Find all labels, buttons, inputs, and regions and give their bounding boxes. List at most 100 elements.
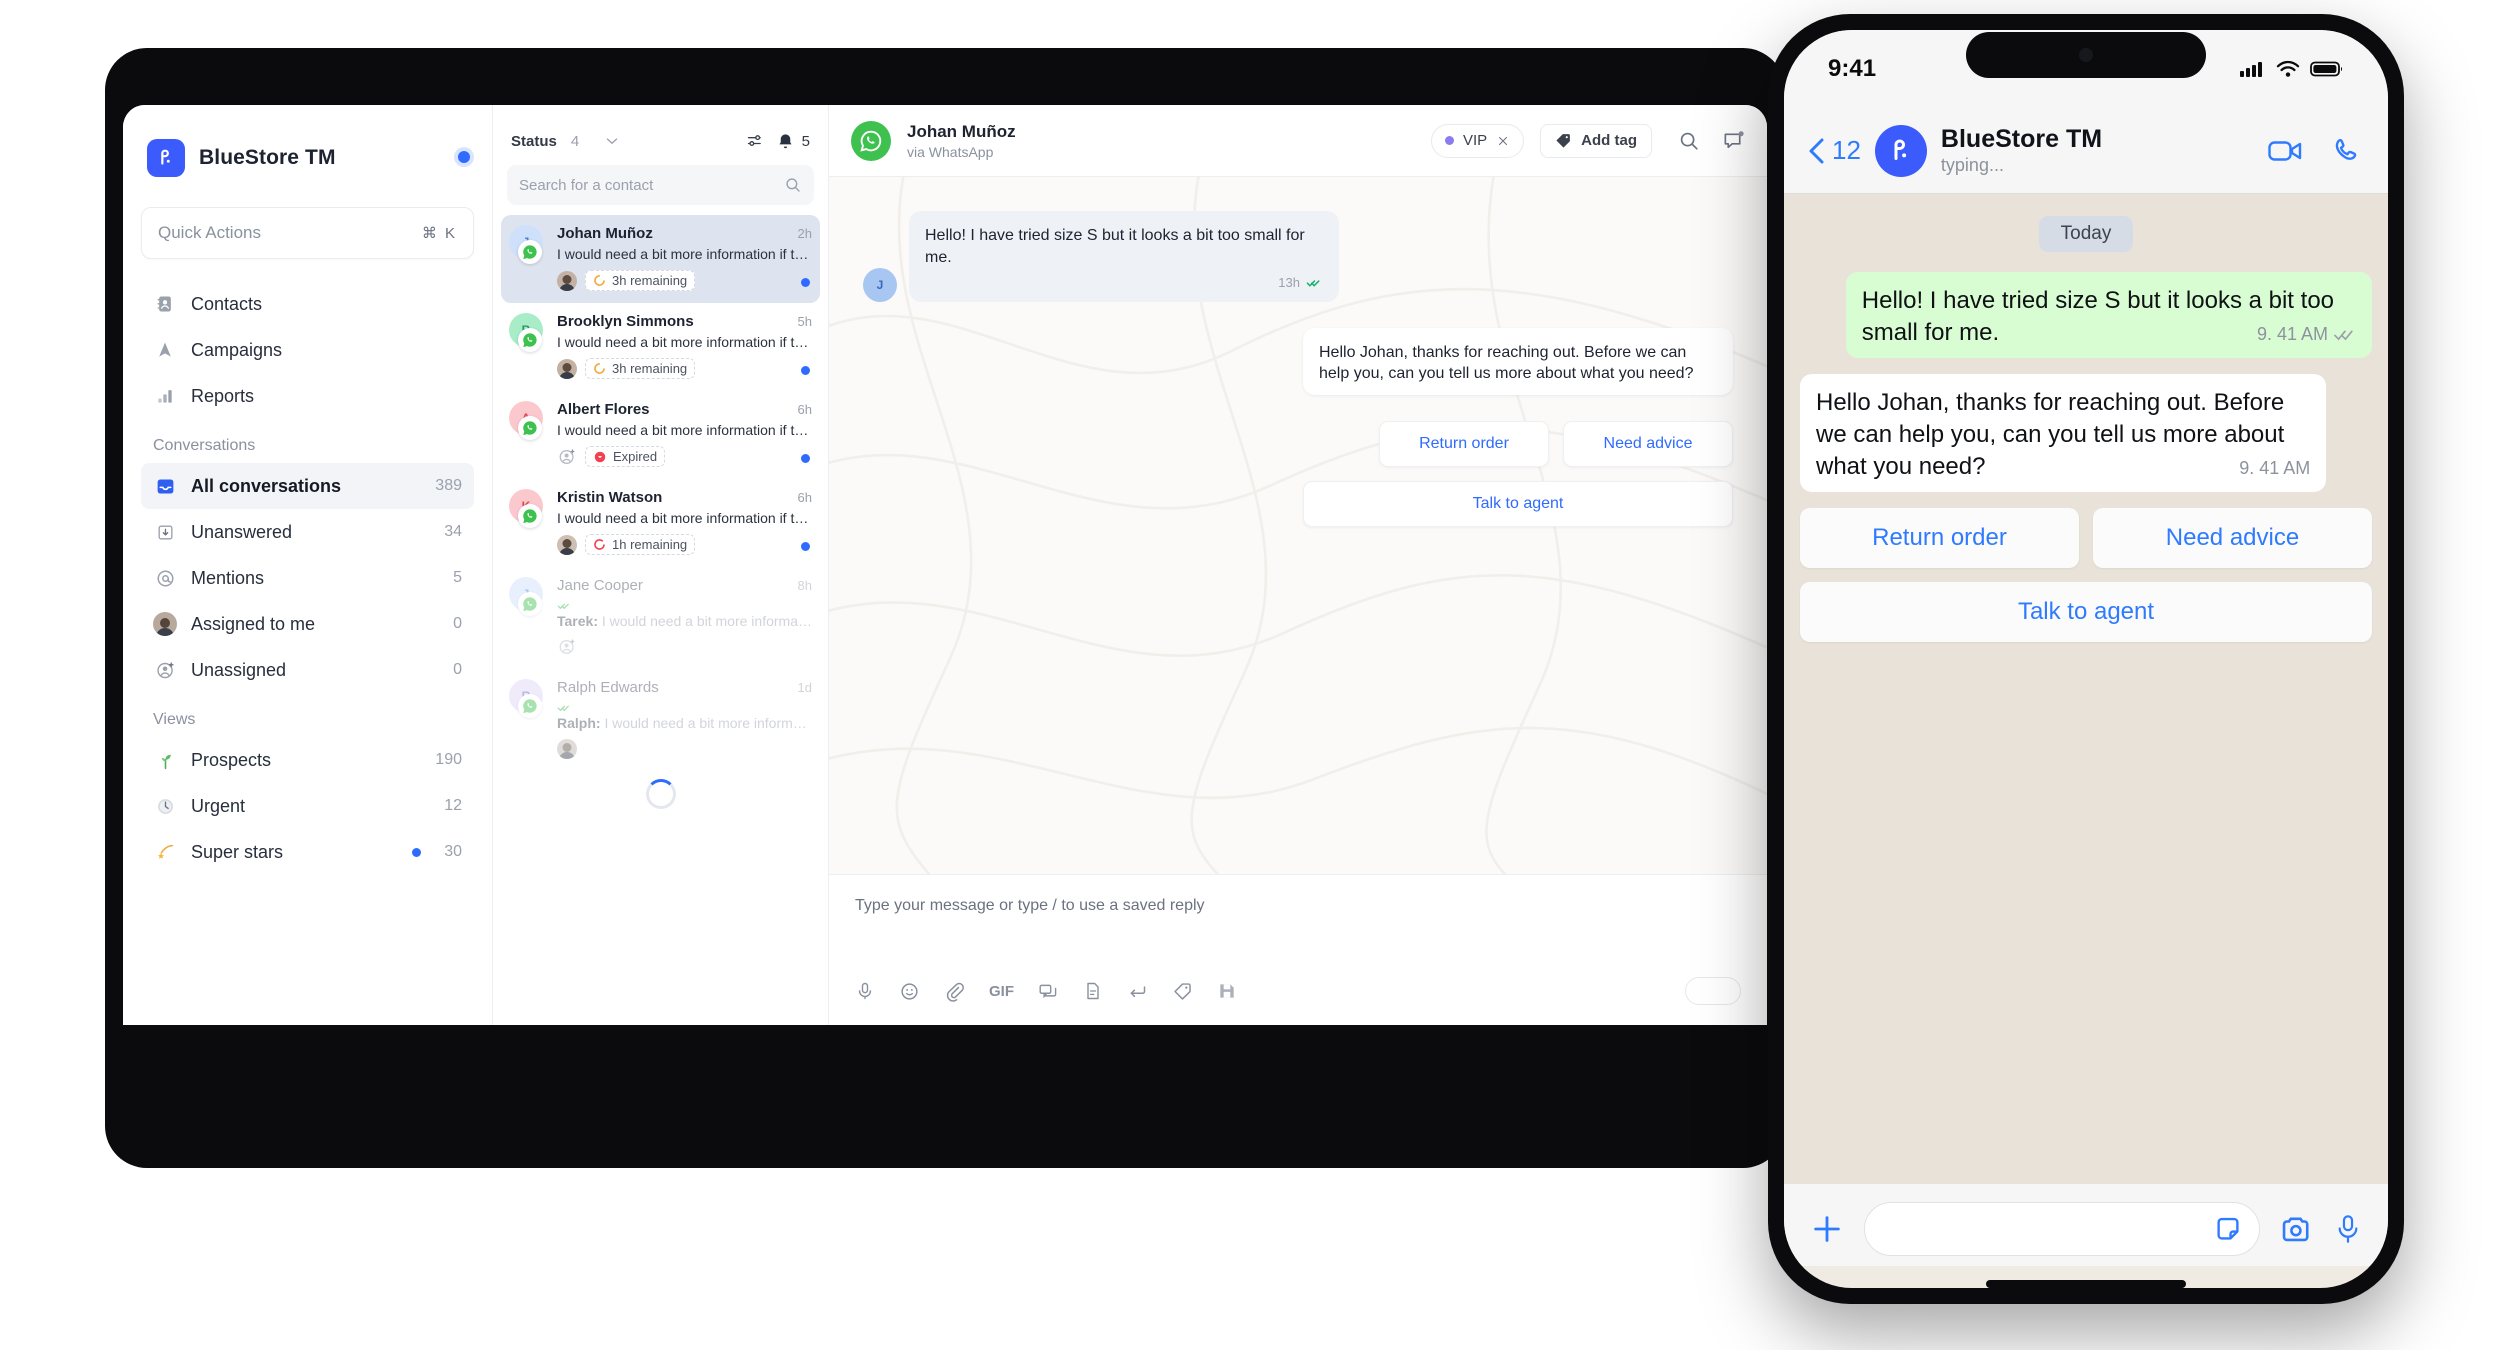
sidebar-item-prospects[interactable]: Prospects 190 bbox=[141, 737, 474, 783]
timestamp: 6h bbox=[797, 402, 812, 417]
conversation-item[interactable]: A Albert Flores 6h I would need a bit mo… bbox=[501, 391, 820, 479]
enter-key-icon[interactable] bbox=[1127, 981, 1148, 1002]
conversation-content: Brooklyn Simmons 5h I would need a bit m… bbox=[557, 313, 812, 379]
avatar: A bbox=[509, 401, 547, 440]
campaigns-icon bbox=[153, 338, 177, 362]
close-icon[interactable] bbox=[1496, 134, 1510, 148]
timestamp: 5h bbox=[797, 314, 812, 329]
video-camera-icon[interactable] bbox=[2268, 138, 2304, 164]
phone-input-bar bbox=[1784, 1184, 2388, 1266]
avatar: K bbox=[509, 489, 547, 528]
brand-logo-icon[interactable] bbox=[1874, 124, 1927, 177]
plus-icon[interactable] bbox=[1810, 1212, 1844, 1246]
contact-name: Johan Muñoz bbox=[557, 225, 653, 242]
clock-icon bbox=[153, 794, 177, 818]
sidebar-item-unanswered[interactable]: Unanswered 34 bbox=[141, 509, 474, 555]
conversation-item[interactable]: B Brooklyn Simmons 5h I would need a bit… bbox=[501, 303, 820, 391]
status-badge-label: 3h remaining bbox=[612, 361, 688, 376]
unread-dot bbox=[801, 542, 810, 551]
message-thread[interactable]: J Hello! I have tried size S but it look… bbox=[829, 177, 1767, 874]
quick-actions-search[interactable]: Quick Actions ⌘ K bbox=[141, 207, 474, 259]
sidebar-item-unassigned[interactable]: Unassigned 0 bbox=[141, 647, 474, 693]
status-badge[interactable]: VIP bbox=[1430, 123, 1525, 158]
document-icon[interactable] bbox=[1083, 981, 1103, 1001]
quick-actions-placeholder: Quick Actions bbox=[158, 223, 261, 242]
search-icon[interactable] bbox=[784, 176, 802, 194]
message-row-incoming: Hello Johan, thanks for reaching out. Be… bbox=[1800, 374, 2372, 493]
notifications-bell[interactable]: 5 bbox=[776, 132, 810, 151]
microphone-icon[interactable] bbox=[855, 981, 875, 1001]
send-toggle[interactable] bbox=[1685, 977, 1741, 1005]
attachment-icon[interactable] bbox=[944, 981, 965, 1002]
phone-frame: 9:41 12 BlueStore TM typing... Today Hel… bbox=[1768, 14, 2404, 1304]
message-preview: I would need a bit more information if t… bbox=[557, 246, 812, 262]
sidebar-item-super-stars[interactable]: Super stars 30 bbox=[141, 829, 474, 875]
timestamp: 1d bbox=[797, 680, 812, 695]
chevron-down-icon[interactable] bbox=[603, 132, 621, 150]
contact-search[interactable] bbox=[507, 165, 814, 205]
sidebar-item-reports[interactable]: Reports bbox=[141, 373, 474, 419]
whatsapp-icon bbox=[518, 328, 542, 352]
whatsapp-icon bbox=[851, 120, 891, 161]
at-mention-icon bbox=[153, 566, 177, 590]
canned-reply-icon[interactable] bbox=[1038, 981, 1059, 1002]
conversation-list-toolbar: Status 4 5 bbox=[493, 105, 828, 151]
phone-call-icon[interactable] bbox=[2330, 136, 2360, 166]
back-button[interactable]: 12 bbox=[1806, 135, 1861, 166]
conversation-items[interactable]: J Johan Muñoz 2h I would need a bit more… bbox=[493, 205, 828, 1025]
sidebar-item-mentions[interactable]: Mentions 5 bbox=[141, 555, 474, 601]
sticker-icon[interactable] bbox=[2213, 1214, 2243, 1244]
quick-reply-talk-to-agent[interactable]: Talk to agent bbox=[1800, 582, 2372, 643]
conversation-item[interactable]: K Kristin Watson 6h I would need a bit m… bbox=[501, 479, 820, 567]
camera-icon[interactable] bbox=[2280, 1214, 2314, 1244]
whatsapp-icon bbox=[518, 592, 542, 616]
phone-contact[interactable]: BlueStore TM typing... bbox=[1941, 125, 2254, 176]
double-check-icon bbox=[557, 603, 569, 610]
screenshot-root: BlueStore TM Quick Actions ⌘ K Contacts … bbox=[0, 0, 2506, 1350]
save-icon[interactable] bbox=[1217, 981, 1237, 1001]
avatar: B bbox=[509, 313, 547, 352]
conversation-list-panel: Status 4 5 Search for a contact Johan Mu… bbox=[493, 105, 829, 1025]
sidebar-item-label: Unassigned bbox=[191, 659, 287, 680]
quick-reply-return-order[interactable]: Return order bbox=[1800, 508, 2079, 569]
avatar: J bbox=[509, 577, 547, 616]
sidebar-item-contacts[interactable]: Contacts bbox=[141, 281, 474, 327]
quick-reply-need-advice[interactable]: Need advice bbox=[1563, 420, 1733, 467]
quick-reply-return-order[interactable]: Return order bbox=[1379, 420, 1549, 467]
quick-reply-talk-to-agent[interactable]: Talk to agent bbox=[1303, 480, 1733, 527]
message-composer[interactable]: Type your message or type / to use a sav… bbox=[829, 874, 1767, 1025]
tag-icon[interactable] bbox=[1172, 981, 1193, 1002]
assignee-avatar bbox=[557, 270, 577, 291]
typing-indicator: typing... bbox=[1940, 155, 2004, 175]
sliders-icon[interactable] bbox=[746, 131, 766, 151]
whatsapp-icon bbox=[518, 504, 542, 528]
message-meta: 9. 41 AM bbox=[2239, 457, 2310, 481]
note-bubble-icon[interactable] bbox=[1722, 129, 1745, 152]
emoji-icon[interactable] bbox=[899, 981, 920, 1002]
conversation-item[interactable]: R Ralph Edwards 1d bbox=[501, 669, 820, 771]
search-icon[interactable] bbox=[1678, 130, 1700, 152]
arrow-down-box-icon bbox=[153, 520, 177, 544]
conversation-content: Johan Muñoz 2h I would need a bit more i… bbox=[557, 225, 812, 291]
search-input[interactable] bbox=[519, 176, 776, 194]
conversation-item[interactable]: J Jane Cooper 8h bbox=[501, 567, 820, 669]
composer-placeholder: Type your message or type / to use a sav… bbox=[855, 897, 1205, 914]
sidebar-item-all-conversations[interactable]: All conversations 389 bbox=[141, 463, 474, 509]
microphone-icon[interactable] bbox=[2334, 1214, 2362, 1244]
sidebar-item-urgent[interactable]: Urgent 12 bbox=[141, 783, 474, 829]
status-filter-label[interactable]: Status bbox=[511, 133, 557, 150]
quick-reply-row: Talk to agent bbox=[1800, 582, 2372, 643]
quick-reply-need-advice[interactable]: Need advice bbox=[2093, 508, 2372, 569]
sidebar-item-count: 12 bbox=[444, 797, 462, 814]
phone-message-thread[interactable]: Today Hello! I have tried size S but it … bbox=[1784, 194, 2388, 1184]
add-tag-button[interactable]: Add tag bbox=[1540, 123, 1652, 158]
preview-sender: Ralph: bbox=[557, 715, 601, 731]
message-text: Hello Johan, thanks for reaching out. Be… bbox=[1816, 389, 2285, 480]
sidebar-item-campaigns[interactable]: Campaigns bbox=[141, 327, 474, 373]
gif-icon[interactable]: GIF bbox=[989, 983, 1014, 1000]
sidebar-item-assigned-to-me[interactable]: Assigned to me 0 bbox=[141, 601, 474, 647]
conversation-item[interactable]: J Johan Muñoz 2h I would need a bit more… bbox=[501, 215, 820, 303]
add-tag-label: Add tag bbox=[1581, 132, 1637, 149]
message-preview: Tarek: I would need a bit more informati… bbox=[557, 598, 812, 629]
message-input[interactable] bbox=[1864, 1202, 2260, 1256]
